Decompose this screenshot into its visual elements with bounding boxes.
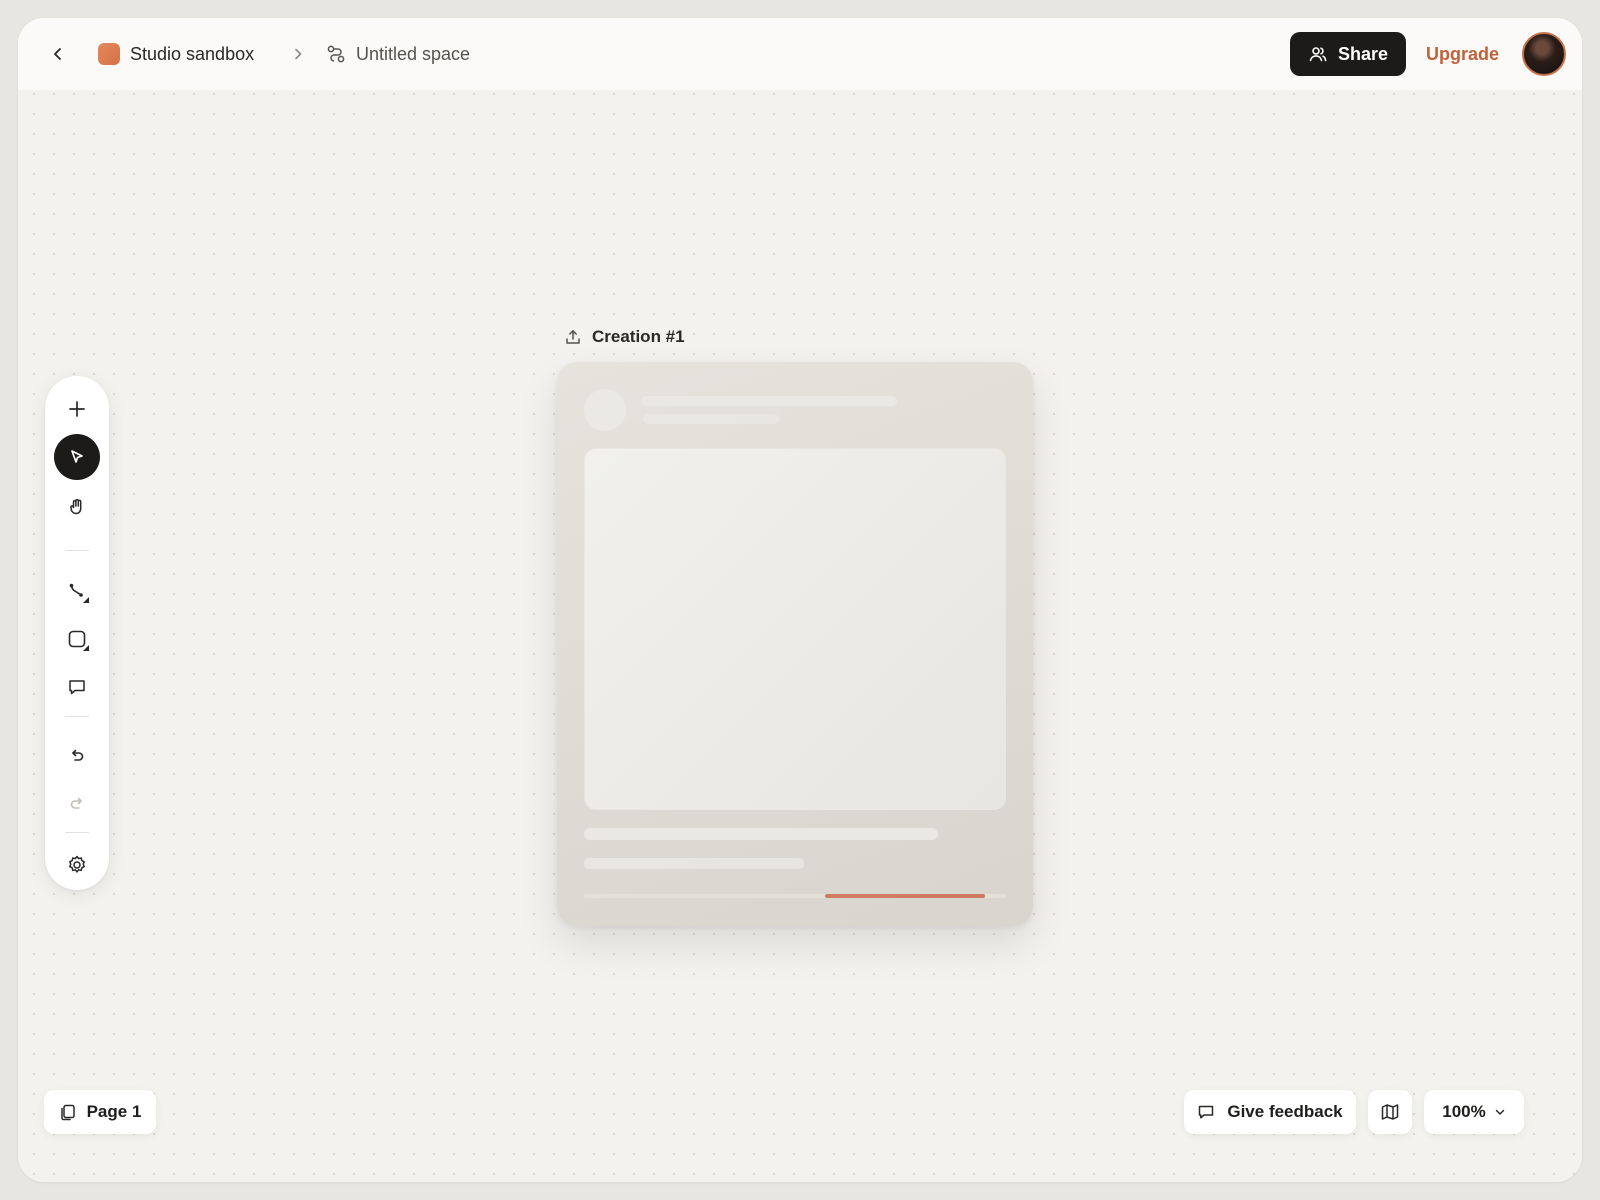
upload-icon — [564, 328, 582, 346]
settings-button[interactable] — [54, 842, 100, 888]
zoom-selector[interactable]: 100% — [1424, 1090, 1524, 1134]
comment-icon — [1197, 1103, 1215, 1121]
top-bar: Studio sandbox Untitled space Share Upgr… — [18, 18, 1582, 90]
project-color-icon — [98, 43, 120, 65]
minimap-button[interactable] — [1368, 1090, 1412, 1134]
redo-button[interactable] — [54, 780, 100, 826]
space-name: Untitled space — [356, 43, 471, 64]
chevron-right-icon — [288, 44, 308, 64]
progress-fill — [824, 894, 985, 898]
toolbar-divider — [65, 832, 89, 833]
give-feedback-button[interactable]: Give feedback — [1184, 1090, 1356, 1134]
upgrade-link[interactable]: Upgrade — [1426, 40, 1499, 68]
shape-tool[interactable] — [54, 616, 100, 662]
generation-progress — [584, 894, 1006, 898]
tool-palette — [45, 376, 109, 890]
submenu-indicator-icon — [83, 645, 89, 651]
project-name: Studio sandbox — [130, 43, 255, 64]
page-selector-button[interactable]: Page 1 — [44, 1090, 156, 1134]
undo-icon — [72, 749, 84, 761]
breadcrumb-project[interactable]: Studio sandbox — [98, 40, 254, 68]
redo-icon — [70, 797, 82, 809]
cursor-icon — [71, 450, 83, 463]
skeleton-line — [641, 396, 897, 406]
plus-icon — [69, 401, 85, 417]
map-icon — [1381, 1104, 1399, 1120]
hand-icon — [70, 498, 82, 515]
creation-card[interactable] — [557, 362, 1033, 926]
creation-title-label: Creation #1 — [592, 327, 685, 346]
chevron-left-icon — [54, 48, 61, 60]
toolbar-divider — [65, 550, 89, 551]
comment-tool[interactable] — [54, 664, 100, 710]
add-button[interactable] — [54, 386, 100, 432]
zoom-label: 100% — [1442, 1102, 1486, 1121]
avatar[interactable] — [1522, 32, 1566, 76]
people-icon — [1308, 44, 1328, 64]
chevron-down-icon — [1494, 1106, 1506, 1118]
undo-button[interactable] — [54, 732, 100, 778]
skeleton-line — [584, 828, 938, 840]
breadcrumb-space[interactable]: Untitled space — [326, 40, 470, 68]
submenu-indicator-icon — [83, 597, 89, 603]
comment-icon — [69, 680, 85, 695]
flow-icon — [326, 44, 346, 64]
skeleton-line — [643, 414, 779, 424]
page-label: Page 1 — [86, 1102, 142, 1121]
skeleton-line — [584, 858, 804, 869]
toolbar-divider — [65, 716, 89, 717]
share-label: Share — [1337, 43, 1389, 64]
back-button[interactable] — [44, 40, 72, 68]
settings-icon — [69, 855, 85, 873]
hand-tool[interactable] — [54, 484, 100, 530]
skeleton-image — [584, 448, 1006, 810]
pages-icon — [59, 1103, 77, 1121]
creation-title[interactable]: Creation #1 — [564, 324, 685, 350]
connector-tool[interactable] — [54, 568, 100, 614]
app-window: Studio sandbox Untitled space Share Upgr… — [18, 18, 1582, 1182]
share-button[interactable]: Share — [1290, 32, 1406, 76]
select-tool[interactable] — [54, 434, 100, 480]
skeleton-avatar — [584, 389, 626, 431]
feedback-label: Give feedback — [1227, 1102, 1343, 1121]
